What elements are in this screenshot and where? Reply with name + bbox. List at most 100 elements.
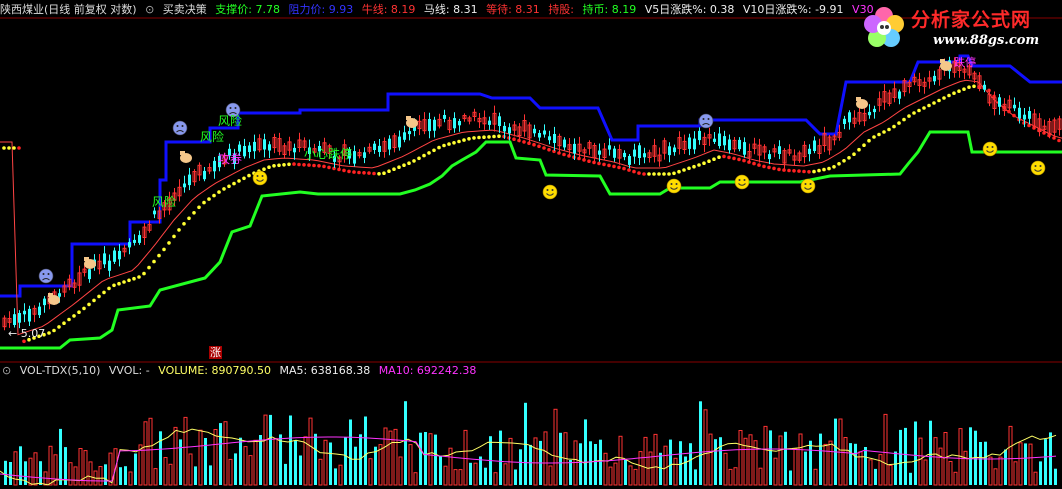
volume-bar <box>463 429 468 486</box>
candle-body <box>38 306 41 316</box>
candle-body <box>983 84 986 90</box>
volume-bar <box>253 439 258 486</box>
trend-dot <box>1012 113 1016 118</box>
trend-dot <box>777 167 781 172</box>
volume-ma-lines <box>0 428 1057 486</box>
candle-body <box>373 143 376 150</box>
volume-bar <box>669 439 672 485</box>
volume-bar <box>194 466 197 485</box>
hold-value: 持股: <box>548 3 575 16</box>
trend-dot <box>487 135 491 139</box>
volume-bar <box>548 465 553 486</box>
volume-bar <box>969 427 972 485</box>
volume-bar <box>914 421 917 485</box>
trend-dot <box>877 132 881 137</box>
smiley-icon <box>1030 160 1046 176</box>
indicator-toggle-icon[interactable]: ⊙ <box>145 3 154 16</box>
trend-dot <box>262 167 266 171</box>
volume-bar <box>499 430 502 485</box>
volume-bar <box>393 428 398 486</box>
volume-bar <box>223 421 228 486</box>
volume-bar <box>4 460 7 485</box>
volume-indicator-name[interactable]: VOL-TDX(5,10) <box>20 364 101 377</box>
candle-body <box>443 115 446 119</box>
volume-bar <box>769 430 772 485</box>
volume-bar <box>589 441 592 485</box>
volume-bar <box>408 444 413 486</box>
indicator-name[interactable]: 买卖决策 <box>163 3 207 16</box>
volume-bar <box>198 429 203 486</box>
volume-bar <box>68 462 73 486</box>
volume-bar <box>1004 449 1007 485</box>
volume-bar <box>119 467 122 485</box>
caution-label: 小心跌停 <box>304 147 353 161</box>
trend-dot <box>137 275 141 279</box>
candle-body <box>128 242 131 248</box>
trend-dot <box>322 164 326 169</box>
volume-bar <box>209 465 212 485</box>
candle-body <box>113 250 116 262</box>
trend-dot <box>52 328 56 333</box>
volume-bar <box>479 456 482 485</box>
trend-dot <box>207 197 211 201</box>
trend-dot <box>447 142 451 146</box>
volume-bar <box>28 457 33 486</box>
candle-body <box>898 91 901 99</box>
volume-bar <box>243 446 248 486</box>
volume-bar <box>679 441 682 485</box>
risk-label: 风险 <box>218 114 243 128</box>
smiley-icon <box>542 184 558 200</box>
volume-bar <box>643 436 648 486</box>
trend-dot <box>912 111 916 115</box>
candle-body <box>668 146 671 156</box>
volume-toggle-icon[interactable]: ⊙ <box>2 364 11 377</box>
volume-bar <box>1054 468 1057 485</box>
volume-bar <box>543 431 548 486</box>
volume-bar <box>398 456 403 486</box>
volume-bar <box>579 443 582 485</box>
volume-bar <box>314 433 317 485</box>
trend-dot <box>242 176 246 181</box>
trend-dot <box>932 101 936 105</box>
trend-dot <box>762 164 766 169</box>
candle-body <box>58 293 61 297</box>
volume-bar <box>39 461 42 485</box>
volume-bar <box>179 439 182 485</box>
candle-body <box>118 250 121 260</box>
volume-bar <box>148 417 153 486</box>
volume-bar <box>864 447 867 485</box>
trend-dot <box>812 169 816 174</box>
volume-bar <box>673 457 678 486</box>
volume-bar <box>443 465 448 486</box>
volume-bar <box>349 419 352 485</box>
trend-dot <box>632 169 636 174</box>
trend-dot <box>587 159 591 163</box>
trend-dot <box>17 146 21 150</box>
trend-dot <box>317 164 321 168</box>
trend-dot <box>717 155 721 159</box>
trend-dot <box>857 147 861 152</box>
volume-bar <box>259 435 262 485</box>
trend-dot <box>397 165 401 169</box>
trend-dot <box>667 172 671 176</box>
trend-dot <box>232 181 236 186</box>
volume-bar <box>263 414 268 486</box>
volume-bar <box>979 442 982 485</box>
candle-body <box>808 148 811 155</box>
volume-bar <box>849 443 852 485</box>
trend-dot <box>107 286 111 291</box>
trend-dot <box>867 138 871 143</box>
volume-bar <box>1033 471 1038 486</box>
volume-bar <box>514 469 517 485</box>
trend-dot <box>952 91 956 95</box>
volume-bar <box>284 463 287 485</box>
trend-dot <box>852 152 856 156</box>
sad-face-icon <box>38 268 54 284</box>
volume-bar <box>338 464 343 486</box>
resistance-value: 阻力价: 9.93 <box>288 3 354 16</box>
volume-bar <box>689 443 692 485</box>
candle-body <box>108 260 111 271</box>
trend-dot <box>882 130 886 134</box>
volume-bar <box>334 468 337 485</box>
volume-bar <box>699 401 702 485</box>
